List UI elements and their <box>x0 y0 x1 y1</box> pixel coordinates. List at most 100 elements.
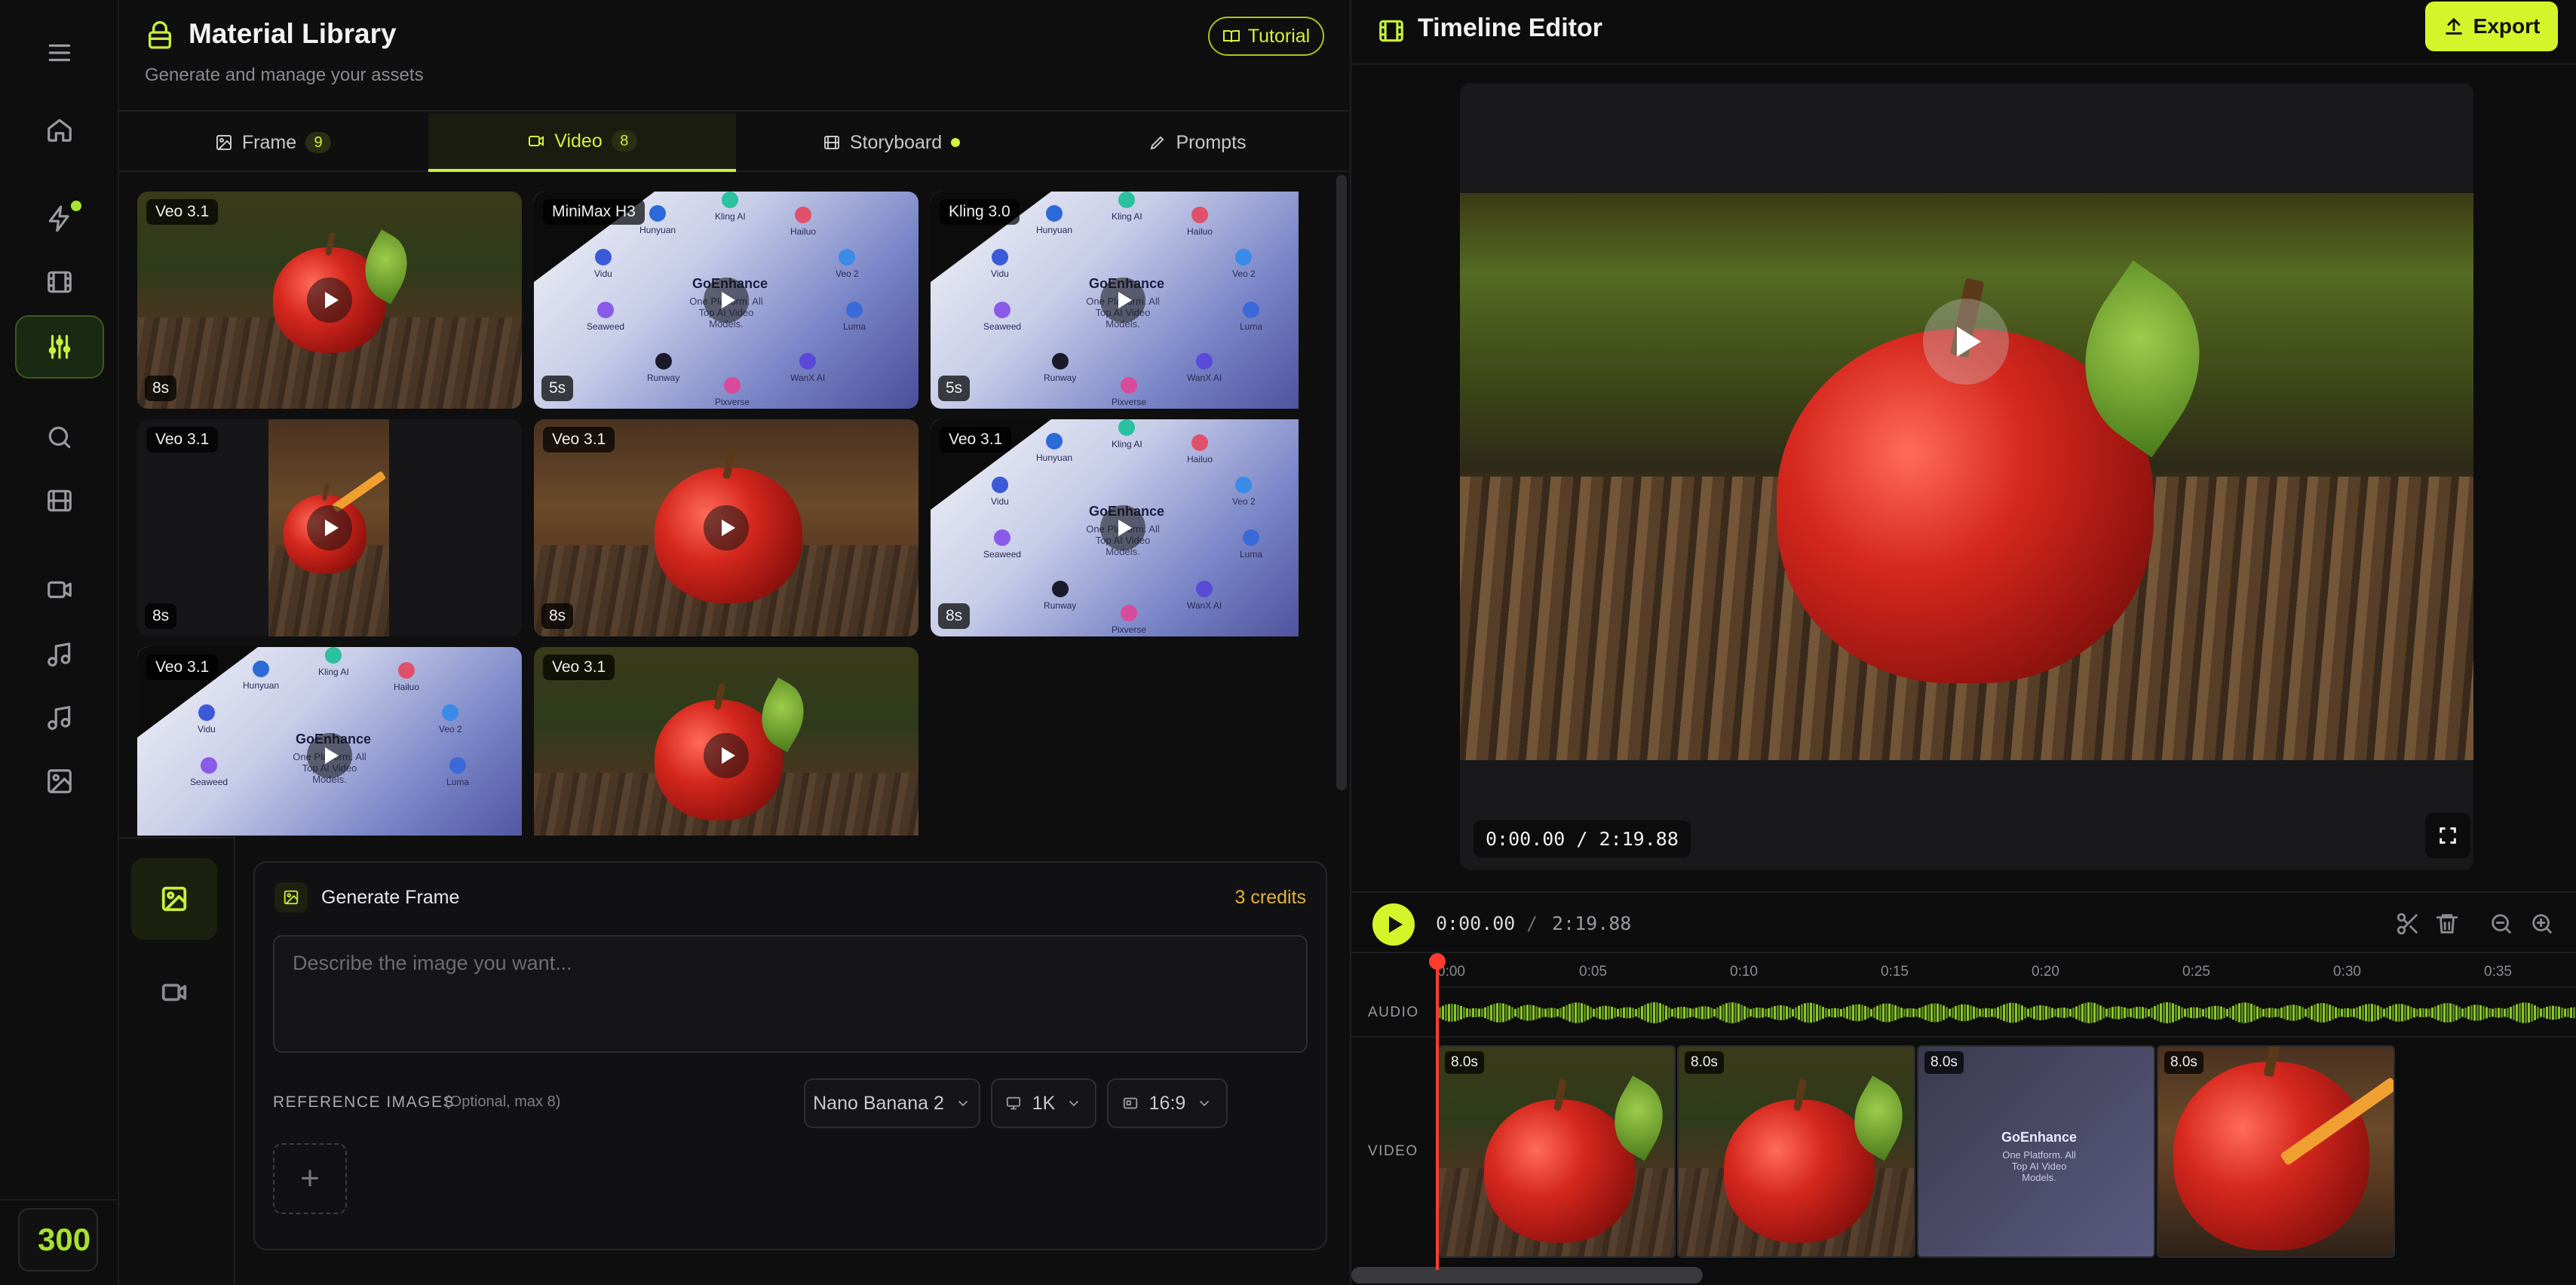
waveform-bar <box>2111 1007 2114 1019</box>
promo-model-label: Vidu <box>594 249 612 279</box>
waveform-bar <box>1617 1008 1619 1017</box>
add-reference-button[interactable]: + <box>273 1143 347 1214</box>
tab-prompts[interactable]: Prompts <box>1044 113 1351 172</box>
promo-model-label: Seaweed <box>983 529 1021 560</box>
lightning-icon[interactable] <box>15 187 104 250</box>
music-note-icon[interactable] <box>15 686 104 750</box>
play-icon[interactable] <box>307 505 352 550</box>
video-clip[interactable]: GoEnhance One Platform. All Top AI Video… <box>1917 1045 2155 1258</box>
model-select[interactable]: Nano Banana 2 <box>804 1078 980 1128</box>
video-camera-icon[interactable] <box>15 558 104 621</box>
waveform-bar <box>1795 1007 1797 1019</box>
waveform-bar <box>2057 1007 2059 1018</box>
waveform-bar <box>2075 1006 2078 1020</box>
video-card[interactable]: Veo 3.1 8s <box>137 419 522 636</box>
waveform-bar <box>1469 1008 1471 1017</box>
video-clip[interactable]: 8.0s <box>1677 1045 1915 1258</box>
waveform-bar <box>2127 1008 2129 1017</box>
waveform-bar <box>1888 1003 1891 1023</box>
waveform-bar <box>2205 1007 2207 1018</box>
image-mode-button[interactable] <box>131 858 217 940</box>
home-icon[interactable] <box>15 98 104 161</box>
scissors-icon[interactable] <box>2395 911 2421 937</box>
tab-storyboard[interactable]: Storyboard <box>738 113 1045 172</box>
play-icon[interactable] <box>1100 278 1145 323</box>
timeline-ruler[interactable]: 0:00 0:05 0:10 0:15 0:20 0:25 0:30 0:35 <box>1436 953 2576 988</box>
playhead[interactable] <box>1436 962 1439 1270</box>
video-mode-button[interactable] <box>131 952 217 1033</box>
waveform-bar <box>1915 1008 1918 1017</box>
resolution-select[interactable]: 1K <box>991 1078 1096 1128</box>
video-card[interactable]: Veo 3.1 8s <box>534 419 918 636</box>
credit-balance[interactable]: 300 <box>18 1208 98 1271</box>
search-icon[interactable] <box>15 406 104 469</box>
waveform-bar <box>2558 1006 2560 1020</box>
zoom-in-icon[interactable] <box>2529 911 2555 937</box>
tutorial-button[interactable]: Tutorial <box>1208 17 1324 56</box>
video-card[interactable]: GoEnhance One Platform. All Top AI Video… <box>931 419 1299 636</box>
tab-video[interactable]: Video 8 <box>428 113 736 172</box>
video-preview[interactable]: 0:00.00 / 2:19.88 <box>1460 83 2473 870</box>
waveform-bar <box>2416 1008 2418 1017</box>
grid-scrollbar[interactable] <box>1336 175 1347 790</box>
film-icon <box>823 136 839 149</box>
clip-duration: 8.0s <box>1445 1051 1484 1074</box>
film-icon[interactable] <box>15 250 104 314</box>
play-button[interactable] <box>1372 903 1415 946</box>
video-clip[interactable]: 8.0s <box>1437 1045 1676 1258</box>
play-icon[interactable] <box>1100 505 1145 550</box>
waveform-bar <box>2395 1004 2397 1022</box>
waveform-bar <box>1454 1004 1456 1022</box>
waveform-bar <box>2371 1004 2373 1022</box>
play-icon[interactable] <box>307 278 352 323</box>
promo-model-label: Runway <box>1044 353 1076 383</box>
video-card[interactable]: GoEnhance One Platform. All Top AI Video… <box>137 647 522 836</box>
trash-icon[interactable] <box>2434 911 2460 937</box>
video-card[interactable]: GoEnhance One Platform. All Top AI Video… <box>534 192 918 409</box>
waveform-bar <box>2455 1005 2458 1020</box>
waveform-bar <box>1535 1006 1538 1020</box>
audio-waveform[interactable] <box>1436 998 2576 1027</box>
image-icon[interactable] <box>15 750 104 813</box>
zoom-out-icon[interactable] <box>2489 911 2514 937</box>
waveform-bar <box>2151 1007 2153 1018</box>
waveform-bar <box>1813 1003 1815 1023</box>
play-icon[interactable] <box>1923 299 2009 385</box>
waveform-bar <box>1451 1004 1453 1022</box>
waveform-bar <box>2133 1007 2135 1018</box>
aspect-ratio-select[interactable]: 16:9 <box>1107 1078 1228 1128</box>
storyboard-icon[interactable] <box>15 469 104 532</box>
play-icon[interactable] <box>704 505 749 550</box>
upload-icon <box>2445 17 2462 35</box>
export-label: Export <box>2473 14 2541 38</box>
waveform-bar <box>1994 1008 1996 1017</box>
promo-model-label: Kling AI <box>1112 192 1142 222</box>
play-icon[interactable] <box>704 733 749 778</box>
video-clip[interactable]: 8.0s <box>2157 1045 2395 1258</box>
adjustments-icon[interactable] <box>15 315 104 379</box>
waveform-bar <box>1912 1008 1915 1017</box>
waveform-bar <box>1940 1004 1942 1022</box>
video-card[interactable]: Veo 3.1 8s <box>137 192 522 409</box>
video-card[interactable]: GoEnhance One Platform. All Top AI Video… <box>931 192 1299 409</box>
waveform-bar <box>2338 1008 2340 1017</box>
promo-model-label: Veo 2 <box>1232 249 1256 279</box>
ruler-tick: 0:35 <box>2484 964 2512 980</box>
waveform-bar <box>2341 1008 2343 1017</box>
video-card[interactable]: Veo 3.1 <box>534 647 918 836</box>
waveform-bar <box>2229 1007 2231 1019</box>
waveform-bar <box>1792 1008 1794 1017</box>
waveform-bar <box>1484 1007 1486 1019</box>
play-icon[interactable] <box>704 278 749 323</box>
prompt-input[interactable] <box>274 937 1306 1051</box>
export-button[interactable]: Export <box>2425 2 2558 51</box>
play-icon[interactable] <box>307 733 352 778</box>
tab-frame[interactable]: Frame 9 <box>119 113 427 172</box>
fullscreen-button[interactable] <box>2425 813 2470 858</box>
waveform-bar <box>1909 1008 1912 1017</box>
timeline-scrollbar[interactable] <box>1351 1267 1703 1283</box>
current-time: 0:00.00 <box>1436 912 1516 934</box>
menu-icon[interactable] <box>15 29 104 77</box>
music-icon[interactable] <box>15 623 104 686</box>
waveform-bar <box>2482 1006 2485 1020</box>
